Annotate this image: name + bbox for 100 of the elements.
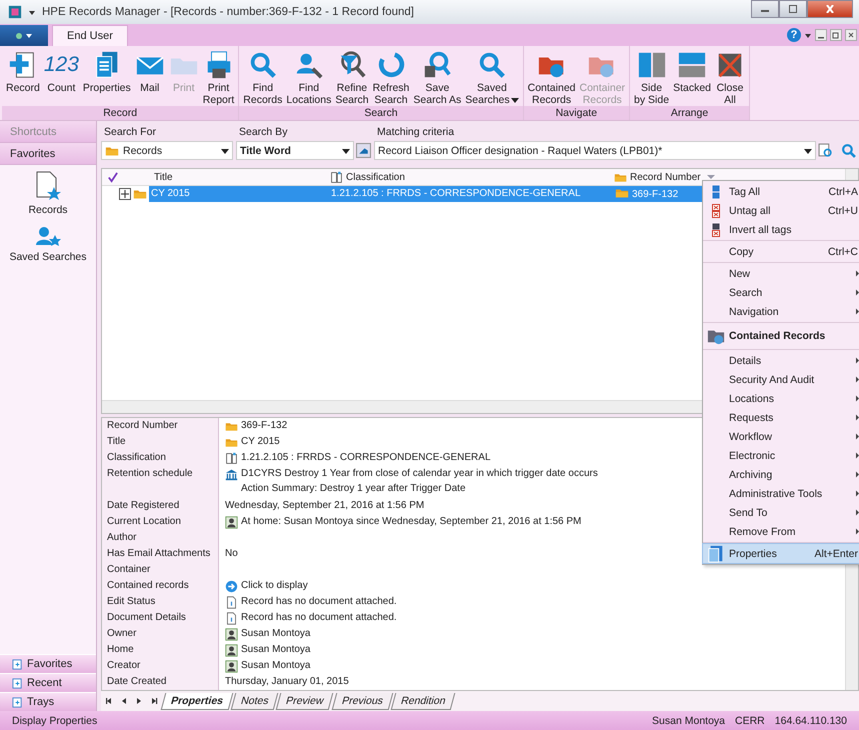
ribbon-button[interactable]: Refresh Search xyxy=(370,50,412,106)
menu-item[interactable]: Copy Ctrl+C xyxy=(703,242,859,261)
column-header[interactable]: Classification xyxy=(330,170,614,184)
dropdown-field[interactable]: Title Word xyxy=(236,141,354,160)
dropdown-field[interactable]: Records xyxy=(101,141,233,160)
group-label: Navigate xyxy=(524,106,630,120)
ribbon-button[interactable]: Find Locations xyxy=(284,50,334,106)
ribbon-button[interactable]: Side by Side xyxy=(632,50,672,106)
property-value: At home: Susan Montoya since Wednesday, September 21, 2016 at 1:56 PM xyxy=(241,515,582,529)
search-options-icon[interactable] xyxy=(818,143,833,158)
menu-item[interactable]: Locations xyxy=(703,389,859,408)
dropdown-icon[interactable] xyxy=(28,8,36,16)
sidebar-button[interactable]: Trays xyxy=(0,692,96,711)
menu-item[interactable]: Electronic xyxy=(703,446,859,465)
ribbon-button[interactable]: Contained Records xyxy=(526,50,578,106)
table-cell: CY 2015 xyxy=(149,186,331,202)
ribbon-button[interactable]: Mail xyxy=(132,50,167,106)
property-label: Author xyxy=(106,531,138,545)
menu-item[interactable]: Send To xyxy=(703,503,859,522)
ribbon-button[interactable]: Close All xyxy=(713,50,748,106)
field-label: Search For xyxy=(103,126,157,138)
menu-item[interactable]: Invert all tags xyxy=(703,220,859,239)
group-label: Arrange xyxy=(630,106,750,120)
property-value: CY 2015 xyxy=(241,435,280,449)
close-button[interactable] xyxy=(807,0,853,18)
navigation-icon[interactable] xyxy=(105,697,113,705)
person-icon xyxy=(225,660,238,672)
menu-item[interactable]: Search xyxy=(703,283,859,302)
shortcut-item[interactable]: Saved Searches xyxy=(0,220,96,267)
ribbon-tab[interactable]: End User xyxy=(52,25,128,46)
close-icon[interactable] xyxy=(845,29,857,41)
dropdown-field[interactable]: Record Liaison Officer designation - Raquel Waters (LPB01)* xyxy=(374,141,816,160)
navigation-icon[interactable] xyxy=(150,697,158,705)
maximize-icon xyxy=(787,5,799,13)
help-button[interactable]: ? xyxy=(787,28,801,42)
menu-item[interactable]: Contained Records xyxy=(703,324,859,348)
panel-tab[interactable]: Previous xyxy=(331,692,393,710)
menu-item[interactable]: Requests xyxy=(703,408,859,427)
property-value: 369-F-132 xyxy=(241,419,288,433)
property-value: Thursday, January 01, 2015 xyxy=(225,675,349,689)
ribbon-button[interactable]: Stacked xyxy=(671,50,714,106)
app-menu-icon xyxy=(14,32,34,40)
property-value: D1CYRS Destroy 1 Year from close of calendar year in which trigger date occurs xyxy=(241,467,598,481)
property-value: Susan Montoya xyxy=(241,643,310,657)
tag-check-icon[interactable] xyxy=(107,172,118,182)
properties-icon xyxy=(707,544,725,562)
side-by-side-icon xyxy=(636,50,667,80)
menu-item[interactable]: Security And Audit xyxy=(703,370,859,389)
menu-item[interactable]: Workflow xyxy=(703,427,859,446)
ribbon-button[interactable]: Find Records xyxy=(241,50,284,106)
ribbon-button[interactable]: Record xyxy=(4,50,42,106)
maximize-button[interactable] xyxy=(779,0,807,18)
menu-item[interactable]: Archiving xyxy=(703,465,859,484)
menu-item[interactable]: Remove From xyxy=(703,522,859,541)
property-note: Action Summary: Destroy 1 year after Trigger Date xyxy=(240,482,467,496)
property-label: Record Number xyxy=(106,419,179,433)
app-icon xyxy=(8,5,22,19)
property-label: Creator xyxy=(106,659,142,673)
ribbon-button[interactable]: 123 Count xyxy=(42,50,81,106)
menu-item[interactable]: Details xyxy=(703,351,859,370)
search-icon[interactable] xyxy=(841,143,856,158)
property-label: Date Registered xyxy=(106,499,180,513)
column-header[interactable]: Title xyxy=(152,172,330,182)
field-label: Search By xyxy=(238,126,288,138)
panel-tab[interactable]: Preview xyxy=(276,692,334,710)
sidebar-button[interactable]: Recent xyxy=(0,673,96,692)
property-value: Record has no document attached. xyxy=(241,595,397,609)
minimize-button[interactable] xyxy=(751,0,779,18)
shortcut-item[interactable]: Records xyxy=(0,165,96,220)
ribbon-button[interactable]: Refine Search xyxy=(333,50,371,106)
property-value: Click to display xyxy=(241,579,308,593)
menu-item[interactable]: Navigation xyxy=(703,302,859,321)
ribbon-button[interactable]: Save Search As xyxy=(411,50,464,106)
panel-tab[interactable]: Rendition xyxy=(390,692,456,710)
property-value: 1.21.2.105 : FRRDS - CORRESPONDENCE-GENERAL xyxy=(241,451,491,465)
panel-tab[interactable]: Notes xyxy=(230,692,279,710)
untag-icon xyxy=(712,204,720,218)
sidebar-tab[interactable]: Favorites xyxy=(0,143,96,165)
panel-tab[interactable]: Properties xyxy=(160,692,234,710)
document-icon xyxy=(225,612,238,624)
ribbon-button[interactable]: Saved Searches xyxy=(463,50,521,106)
ribbon-button[interactable]: Print Report xyxy=(200,50,236,106)
property-label: Retention schedule xyxy=(106,467,194,481)
classification-icon xyxy=(225,452,238,464)
expand-icon[interactable] xyxy=(119,188,131,200)
invert-tags-icon xyxy=(712,222,720,236)
restore-icon[interactable] xyxy=(830,29,842,41)
menu-item[interactable]: Administrative Tools xyxy=(703,484,859,503)
menu-item[interactable]: Properties Alt+Enter xyxy=(703,544,859,563)
property-value: Susan Montoya xyxy=(241,627,310,641)
menu-item[interactable]: New xyxy=(703,264,859,283)
ribbon-button[interactable]: Properties xyxy=(80,50,133,106)
dropdown-icon[interactable] xyxy=(804,31,812,39)
app-menu-button[interactable] xyxy=(0,25,48,46)
person-icon xyxy=(225,628,238,640)
close-icon xyxy=(824,5,836,13)
minimize-icon[interactable] xyxy=(815,29,827,41)
sidebar-button[interactable]: Favorites xyxy=(0,654,96,673)
property-label: Classification xyxy=(106,451,167,465)
menu-item[interactable]: Untag all Ctrl+U xyxy=(703,201,859,220)
